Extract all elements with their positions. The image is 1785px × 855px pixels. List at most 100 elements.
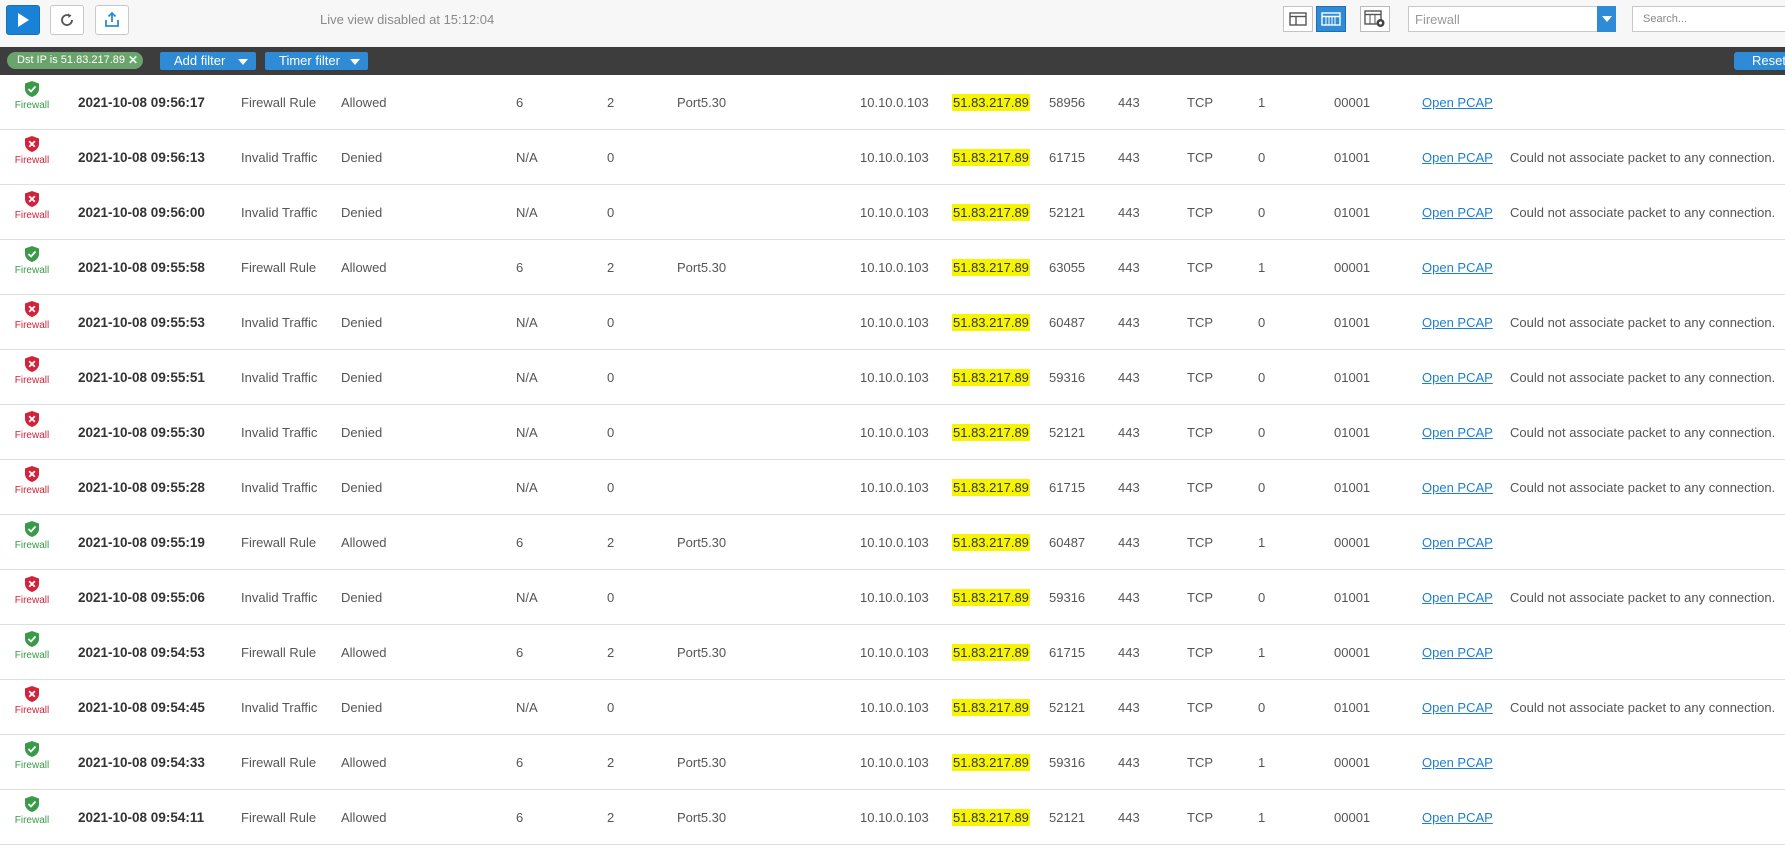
table-row[interactable]: Firewall 2021-10-08 09:56:13 Invalid Traff…: [0, 130, 1785, 185]
table-row[interactable]: Firewall 2021-10-08 09:56:00 Invalid Traff…: [0, 185, 1785, 240]
log-time: 2021-10-08 09:54:33: [78, 755, 205, 770]
search-input[interactable]: Search...: [1632, 6, 1785, 32]
status-code: 01001: [1334, 480, 1371, 495]
src-port: 59316: [1049, 590, 1086, 605]
refresh-icon: [61, 13, 73, 26]
src-ip: 10.10.0.103: [860, 590, 929, 605]
table-row[interactable]: Firewall 2021-10-08 09:54:45 Invalid Traff…: [0, 680, 1785, 735]
flag-value: 0: [1258, 480, 1266, 495]
open-pcap-link[interactable]: Open PCAP: [1422, 645, 1493, 660]
src-port: 59316: [1049, 370, 1086, 385]
log-time: 2021-10-08 09:54:11: [78, 810, 205, 825]
table-row[interactable]: Firewall 2021-10-08 09:55:30 Invalid Traff…: [0, 405, 1785, 460]
rule-id: N/A: [516, 590, 538, 605]
log-action: Allowed: [341, 810, 387, 825]
refresh-button[interactable]: [50, 5, 84, 35]
open-pcap-link[interactable]: Open PCAP: [1422, 150, 1493, 165]
open-pcap-link[interactable]: Open PCAP: [1422, 755, 1493, 770]
grid-view-button[interactable]: [1316, 6, 1346, 32]
table-row[interactable]: Firewall 2021-10-08 09:55:06 Invalid Traff…: [0, 570, 1785, 625]
column-settings-button[interactable]: [1360, 6, 1390, 32]
table-row[interactable]: Firewall 2021-10-08 09:55:19 Firewall Rule…: [0, 515, 1785, 570]
log-action: Denied: [341, 315, 383, 330]
timer-filter-button[interactable]: Timer filter: [265, 52, 368, 70]
dst-ip: 51.83.217.89: [952, 699, 1030, 716]
log-time: 2021-10-08 09:55:51: [78, 370, 205, 385]
shield-x-icon: [25, 356, 39, 372]
table-row[interactable]: Firewall 2021-10-08 09:55:51 Invalid Traff…: [0, 350, 1785, 405]
src-ip: 10.10.0.103: [860, 810, 929, 825]
open-pcap-link[interactable]: Open PCAP: [1422, 95, 1493, 110]
log-action: Denied: [341, 205, 383, 220]
shield-x-icon: [25, 136, 39, 152]
dst-ip: 51.83.217.89: [952, 149, 1030, 166]
policy-id: 0: [607, 700, 615, 715]
table-row[interactable]: Firewall 2021-10-08 09:55:58 Firewall Rule…: [0, 240, 1785, 295]
status-code: 00001: [1334, 645, 1371, 660]
table-row[interactable]: Firewall 2021-10-08 09:54:33 Firewall Rule…: [0, 735, 1785, 790]
log-type: Invalid Traffic: [241, 315, 318, 330]
dst-ip: 51.83.217.89: [952, 479, 1030, 496]
reset-button[interactable]: Reset: [1734, 52, 1785, 70]
open-pcap-link[interactable]: Open PCAP: [1422, 260, 1493, 275]
add-filter-button[interactable]: Add filter: [160, 52, 256, 70]
src-ip: 10.10.0.103: [860, 95, 929, 110]
open-pcap-link[interactable]: Open PCAP: [1422, 315, 1493, 330]
play-button[interactable]: [6, 5, 40, 35]
export-button[interactable]: [95, 5, 129, 35]
rule-id: N/A: [516, 425, 538, 440]
log-action: Denied: [341, 425, 383, 440]
log-type: Invalid Traffic: [241, 370, 318, 385]
dst-port: 443: [1118, 260, 1140, 275]
dst-port: 443: [1118, 810, 1140, 825]
module-select[interactable]: Firewall: [1408, 6, 1616, 32]
close-icon[interactable]: ✕: [128, 52, 138, 69]
shield-x-icon: [25, 411, 39, 427]
src-ip: 10.10.0.103: [860, 645, 929, 660]
flag-value: 0: [1258, 370, 1266, 385]
open-pcap-link[interactable]: Open PCAP: [1422, 480, 1493, 495]
table-row[interactable]: Firewall 2021-10-08 09:55:28 Invalid Traff…: [0, 460, 1785, 515]
open-pcap-link[interactable]: Open PCAP: [1422, 425, 1493, 440]
table-row[interactable]: Firewall 2021-10-08 09:54:11 Firewall Rule…: [0, 790, 1785, 845]
flag-value: 0: [1258, 425, 1266, 440]
rule-id: N/A: [516, 370, 538, 385]
log-time: 2021-10-08 09:55:58: [78, 260, 205, 275]
policy-id: 0: [607, 315, 615, 330]
flag-value: 1: [1258, 95, 1266, 110]
log-message: Could not associate packet to any connec…: [1510, 480, 1776, 495]
table-row[interactable]: Firewall 2021-10-08 09:54:53 Firewall Rule…: [0, 625, 1785, 680]
chevron-down-icon[interactable]: [1597, 6, 1616, 32]
active-filter-chip[interactable]: Dst IP is 51.83.217.89 ✕: [7, 52, 144, 69]
dst-port: 443: [1118, 535, 1140, 550]
module-cell: Firewall: [12, 685, 52, 716]
open-pcap-link[interactable]: Open PCAP: [1422, 205, 1493, 220]
table-row[interactable]: Firewall 2021-10-08 09:56:17 Firewall Rule…: [0, 75, 1785, 130]
shield-check-icon: [25, 631, 39, 647]
module-label: Firewall: [14, 540, 50, 551]
flag-value: 0: [1258, 590, 1266, 605]
flag-value: 0: [1258, 205, 1266, 220]
detailed-view-button[interactable]: [1283, 6, 1313, 32]
module-cell: Firewall: [12, 355, 52, 386]
table-row[interactable]: Firewall 2021-10-08 09:55:53 Invalid Traff…: [0, 295, 1785, 350]
flag-value: 0: [1258, 700, 1266, 715]
log-message: Could not associate packet to any connec…: [1510, 315, 1776, 330]
open-pcap-link[interactable]: Open PCAP: [1422, 810, 1493, 825]
shield-check-icon: [25, 246, 39, 262]
dst-ip: 51.83.217.89: [952, 809, 1030, 826]
policy-id: 0: [607, 480, 615, 495]
open-pcap-link[interactable]: Open PCAP: [1422, 535, 1493, 550]
open-pcap-link[interactable]: Open PCAP: [1422, 700, 1493, 715]
log-action: Denied: [341, 590, 383, 605]
src-ip: 10.10.0.103: [860, 480, 929, 495]
open-pcap-link[interactable]: Open PCAP: [1422, 370, 1493, 385]
log-message: Could not associate packet to any connec…: [1510, 150, 1776, 165]
interface: Port5.30: [677, 755, 727, 770]
open-pcap-link[interactable]: Open PCAP: [1422, 590, 1493, 605]
interface: Port5.30: [677, 95, 727, 110]
src-ip: 10.10.0.103: [860, 370, 929, 385]
log-action: Denied: [341, 700, 383, 715]
src-ip: 10.10.0.103: [860, 315, 929, 330]
log-action: Denied: [341, 150, 383, 165]
